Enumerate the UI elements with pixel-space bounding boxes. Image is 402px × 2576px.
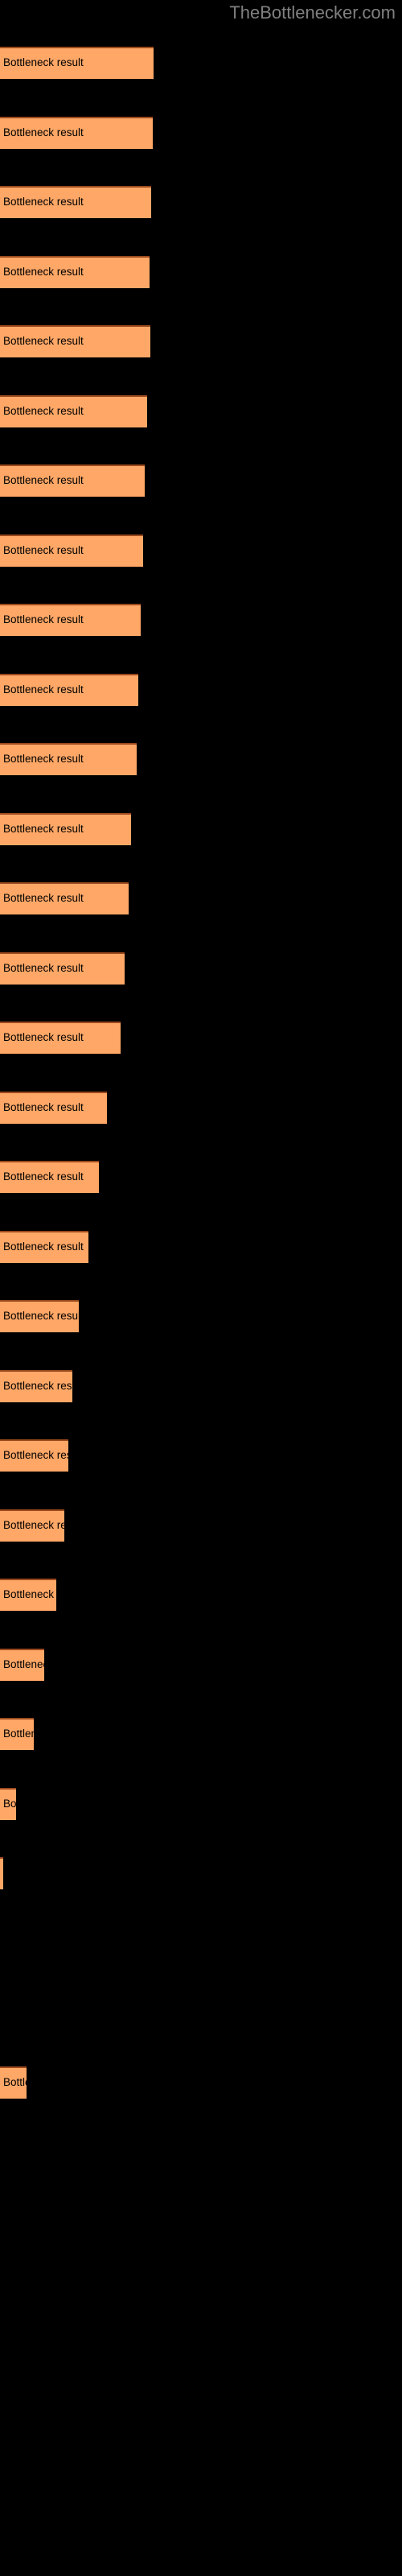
bar-row bbox=[0, 1996, 402, 2029]
bar-label: Bottleneck result bbox=[3, 56, 84, 68]
bar-label: Bottleneck result bbox=[3, 335, 84, 347]
bar-label: Bottleneck result bbox=[3, 1379, 72, 1392]
bottleneck-result-bar[interactable]: Bottleneck result bbox=[0, 1161, 99, 1193]
bar-label: Bottleneck result bbox=[3, 543, 84, 556]
bar-row: Bottleneck result bbox=[0, 2066, 402, 2099]
bar-label: Bottleneck result bbox=[3, 1518, 64, 1531]
bar-row: Bottleneck result bbox=[0, 1439, 402, 1472]
bar-row: Bottleneck result bbox=[0, 1509, 402, 1542]
bar-label: Bottleneck result bbox=[3, 1310, 79, 1322]
bar-row: Bottleneck result bbox=[0, 743, 402, 775]
bar-row: Bottleneck result bbox=[0, 1230, 402, 1263]
bottleneck-result-bar[interactable]: Bottleneck result bbox=[0, 186, 151, 218]
bar-label: Bottleneck result bbox=[3, 126, 84, 138]
bar-row: Bottleneck result bbox=[0, 1787, 402, 1820]
bar-row: Bottleneck result bbox=[0, 1161, 402, 1193]
bar-row: Bottleneck result bbox=[0, 47, 402, 79]
bottleneck-result-bar[interactable]: Bottleneck result bbox=[0, 1230, 88, 1263]
bar-label: Bottleneck result bbox=[3, 1240, 84, 1253]
bottleneck-result-bar[interactable]: Bottleneck result bbox=[0, 1718, 34, 1750]
bottleneck-result-bar[interactable]: Bottleneck result bbox=[0, 394, 147, 427]
bar-row: Bottleneck result bbox=[0, 116, 402, 149]
bar-label: Bottleneck result bbox=[3, 1588, 56, 1600]
bottleneck-result-bar[interactable]: Bottleneck result bbox=[0, 673, 138, 706]
bar-row: Bottleneck result bbox=[0, 1857, 402, 1889]
bar-row: Bottleneck result bbox=[0, 952, 402, 985]
bottleneck-result-bar[interactable]: Bottleneck result bbox=[0, 604, 141, 636]
bar-label: Bottleneck result bbox=[3, 613, 84, 625]
bar-label: Bottleneck result bbox=[3, 1657, 44, 1670]
bar-label: Bottleneck result bbox=[3, 683, 84, 696]
bar-label: Bottleneck result bbox=[3, 1031, 84, 1043]
bar-row: Bottleneck result bbox=[0, 1718, 402, 1750]
bar-row: Bottleneck result bbox=[0, 1300, 402, 1332]
bar-row: Bottleneck result bbox=[0, 604, 402, 636]
bar-label: Bottleneck result bbox=[3, 196, 84, 208]
bar-label: Bottleneck result bbox=[3, 1100, 84, 1113]
bar-row: Bottleneck result bbox=[0, 673, 402, 706]
bar-label: Bottleneck result bbox=[3, 961, 84, 974]
bar-row: Bottleneck result bbox=[0, 1369, 402, 1402]
bar-row: Bottleneck result bbox=[0, 464, 402, 497]
bar-row: Bottleneck result bbox=[0, 1022, 402, 1054]
bottleneck-result-bar[interactable]: Bottleneck result bbox=[0, 743, 137, 775]
bottleneck-result-bar[interactable]: Bottleneck result bbox=[0, 1509, 64, 1542]
bottleneck-result-bar[interactable]: Bottleneck result bbox=[0, 325, 150, 357]
bar-row: Bottleneck result bbox=[0, 1648, 402, 1681]
bar-label: Bottleneck result bbox=[3, 822, 84, 835]
bar-row: Bottleneck result bbox=[0, 1579, 402, 1611]
bottleneck-result-bar[interactable]: Bottleneck result bbox=[0, 1439, 68, 1472]
bar-row: Bottleneck result bbox=[0, 255, 402, 288]
bar-row: Bottleneck result bbox=[0, 534, 402, 567]
bar-label: Bottleneck result bbox=[3, 1797, 16, 1810]
bar-row: Bottleneck result bbox=[0, 882, 402, 914]
bar-label: Bottleneck result bbox=[3, 474, 84, 486]
bar-row bbox=[0, 1927, 402, 1959]
bottleneck-result-bar[interactable]: Bottleneck result bbox=[0, 255, 150, 288]
bottleneck-result-bar[interactable]: Bottleneck result bbox=[0, 464, 145, 497]
bar-label: Bottleneck result bbox=[3, 753, 84, 765]
bottleneck-result-bar[interactable]: Bottleneck result bbox=[0, 952, 125, 985]
bar-label: Bottleneck result bbox=[3, 1170, 84, 1183]
bottleneck-result-bar[interactable]: Bottleneck result bbox=[0, 812, 131, 845]
bar-label: Bottleneck result bbox=[3, 2075, 27, 2088]
bar-label: Bottleneck result bbox=[3, 1728, 34, 1740]
bar-label: Bottleneck result bbox=[3, 265, 84, 278]
bar-row: Bottleneck result bbox=[0, 812, 402, 845]
bar-row: Bottleneck result bbox=[0, 325, 402, 357]
bottleneck-result-bar[interactable]: Bottleneck result bbox=[0, 1369, 72, 1402]
bottleneck-result-bar[interactable]: Bottleneck result bbox=[0, 116, 153, 149]
bottleneck-result-bar[interactable]: Bottleneck result bbox=[0, 882, 129, 914]
bottleneck-result-bar[interactable]: Bottleneck result bbox=[0, 1857, 3, 1889]
bottleneck-result-bar[interactable]: Bottleneck result bbox=[0, 1300, 79, 1332]
bar-label: Bottleneck result bbox=[3, 1449, 68, 1461]
bar-label: Bottleneck result bbox=[3, 404, 84, 417]
bottleneck-result-bar[interactable]: Bottleneck result bbox=[0, 1579, 56, 1611]
bottleneck-result-bar[interactable]: Bottleneck result bbox=[0, 534, 143, 567]
bottleneck-result-bar[interactable]: Bottleneck result bbox=[0, 2066, 27, 2099]
bottleneck-result-bar[interactable]: Bottleneck result bbox=[0, 1648, 44, 1681]
bottleneck-bar-chart: Bottleneck result Bottleneck result Bottle… bbox=[0, 0, 402, 2576]
bottleneck-result-bar[interactable]: Bottleneck result bbox=[0, 1022, 121, 1054]
bottleneck-result-bar[interactable]: Bottleneck result bbox=[0, 1787, 16, 1820]
bar-row: Bottleneck result bbox=[0, 394, 402, 427]
bar-row: Bottleneck result bbox=[0, 1091, 402, 1124]
bottleneck-result-bar[interactable]: Bottleneck result bbox=[0, 1091, 107, 1124]
bar-label: Bottleneck result bbox=[3, 892, 84, 904]
bar-row: Bottleneck result bbox=[0, 186, 402, 218]
bottleneck-result-bar[interactable]: Bottleneck result bbox=[0, 47, 154, 79]
